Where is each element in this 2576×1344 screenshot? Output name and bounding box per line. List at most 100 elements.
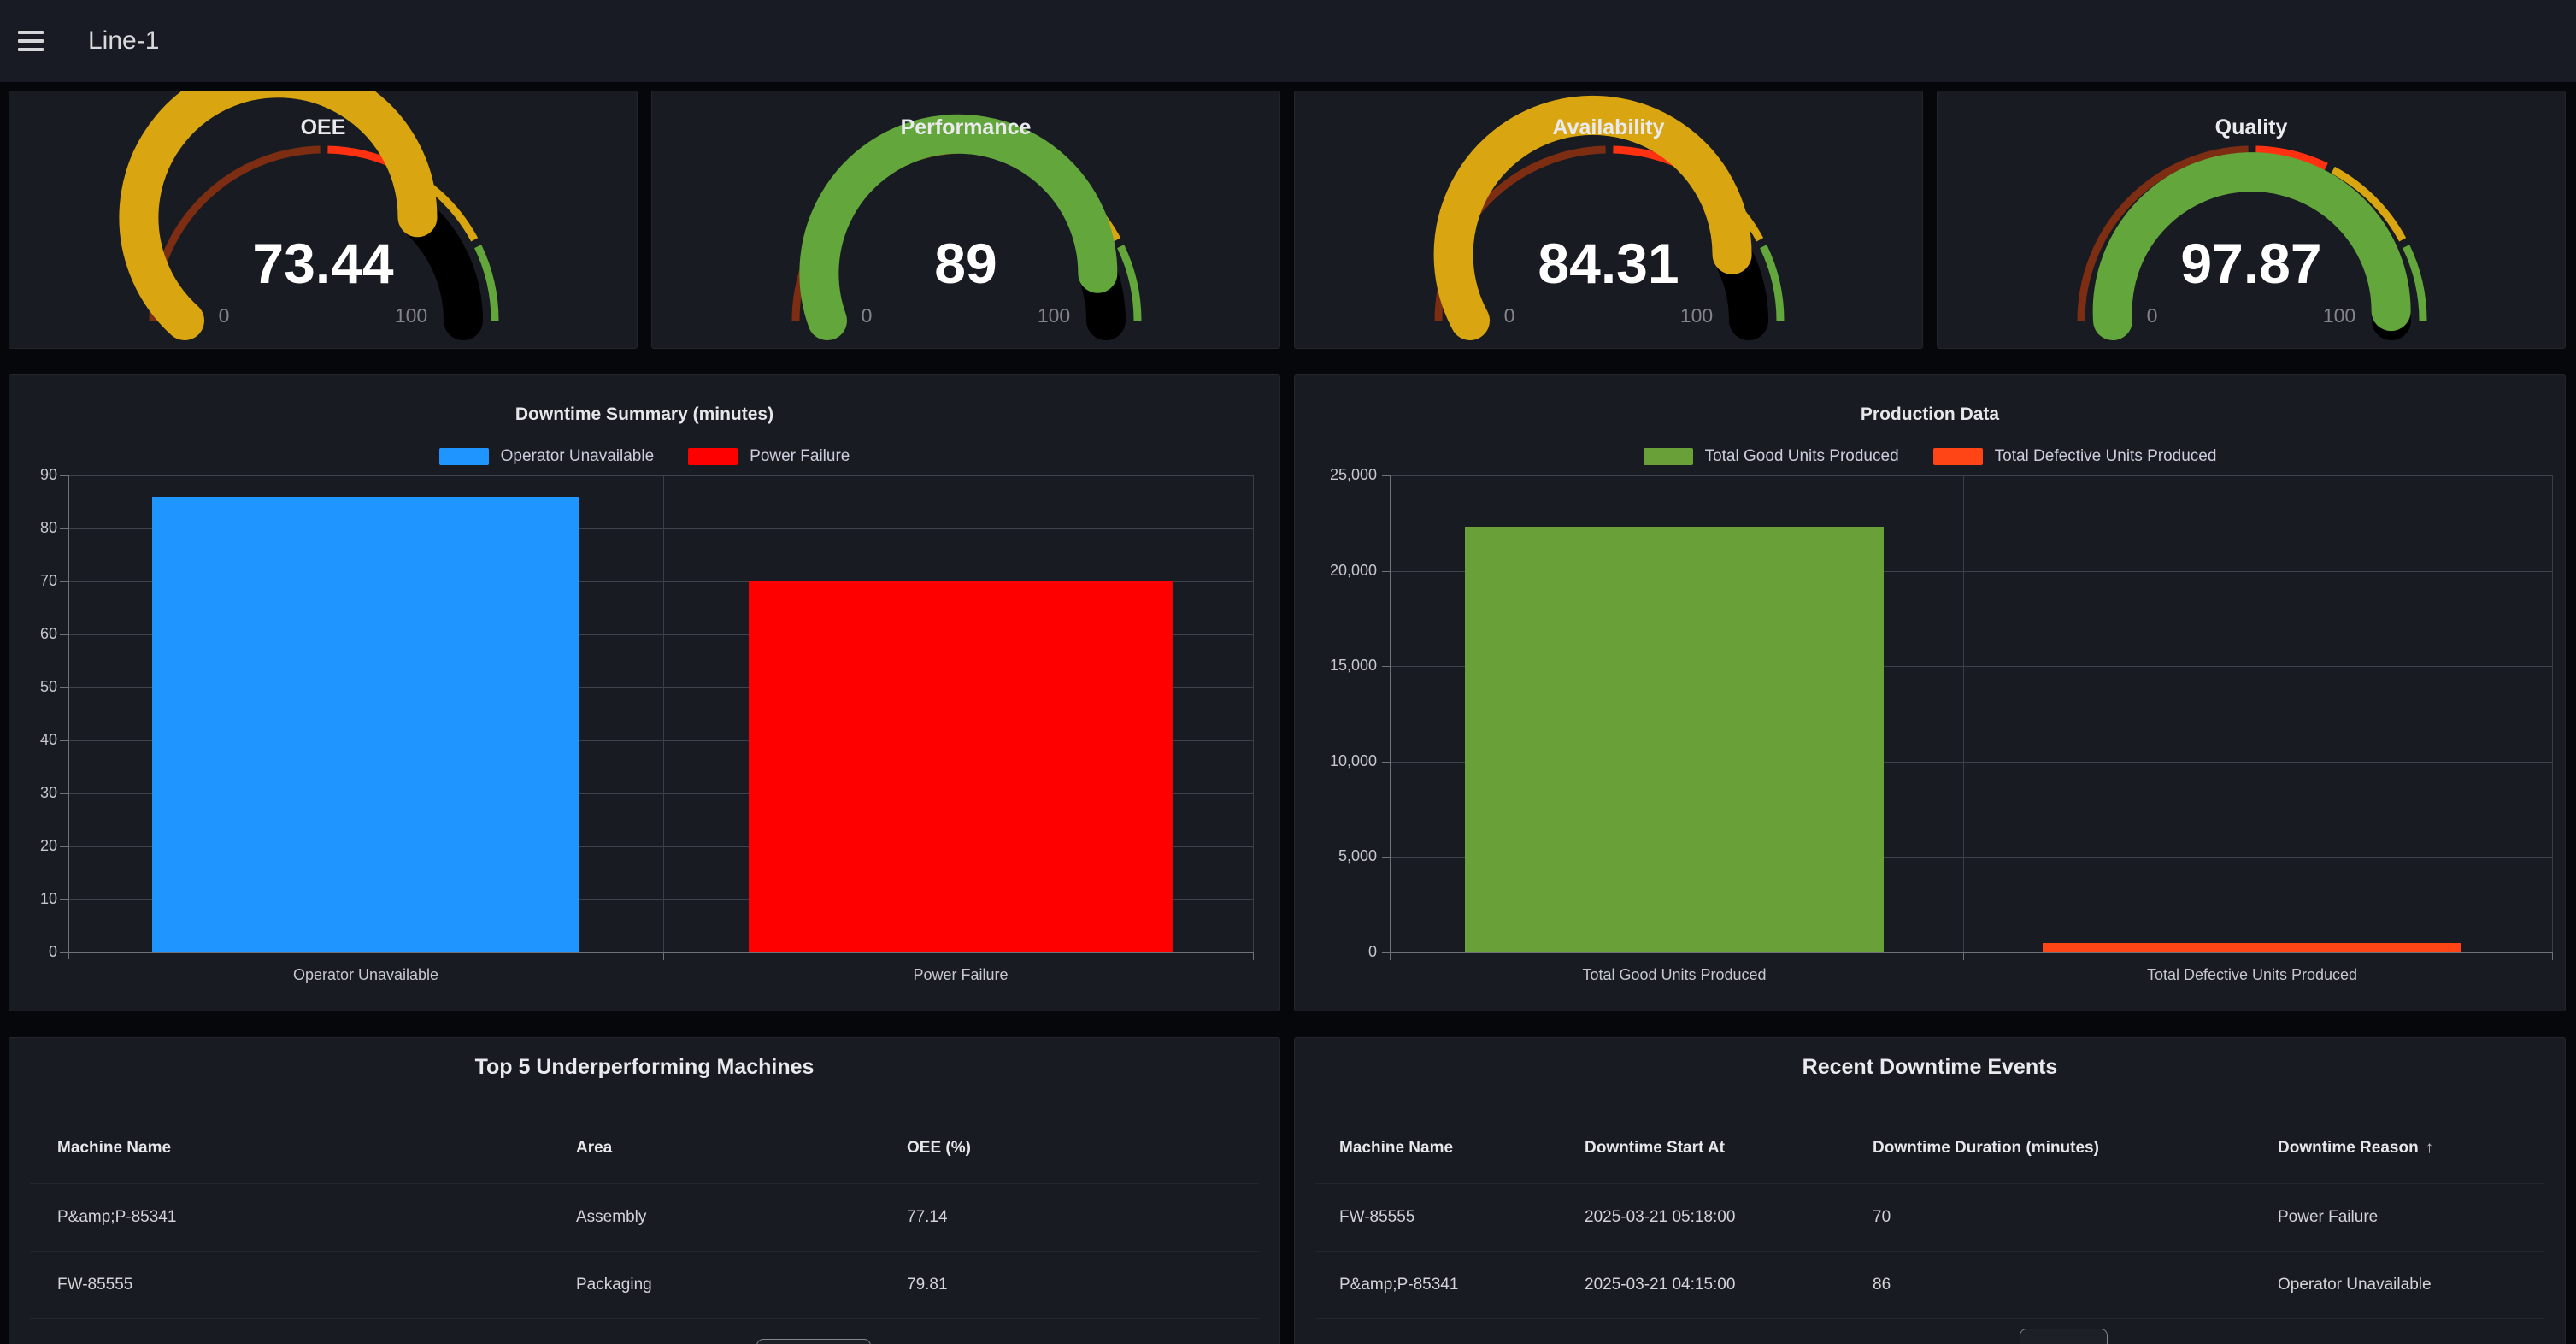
y-tick-mark bbox=[1382, 571, 1390, 572]
y-tick-mark bbox=[60, 846, 68, 847]
recent-downtime-events-panel: Recent Downtime Events Machine Name Downt… bbox=[1294, 1037, 2566, 1344]
panel-title: Downtime Summary (minutes) bbox=[9, 404, 1279, 425]
category-separator-line bbox=[663, 475, 664, 952]
x-axis-line bbox=[1390, 952, 2552, 953]
x-tick-mark bbox=[2552, 952, 2553, 960]
y-tick-mark bbox=[60, 952, 68, 953]
column-header-machine-name[interactable]: Machine Name bbox=[57, 1125, 171, 1171]
panel-title: OEE bbox=[9, 115, 637, 140]
x-tick-mark bbox=[1390, 952, 1391, 960]
gauge-value: 73.44 bbox=[9, 231, 637, 296]
table-cell: 77.14 bbox=[907, 1183, 948, 1251]
gauge-value: 97.87 bbox=[1938, 231, 2565, 296]
gauge-min-label: 0 bbox=[219, 304, 230, 327]
table-cell: P&amp;P-85341 bbox=[1339, 1251, 1458, 1318]
y-tick-mark bbox=[60, 899, 68, 900]
x-axis-category-label: Power Failure bbox=[913, 966, 1008, 984]
table-cell: FW-85555 bbox=[57, 1251, 132, 1318]
y-axis-tick-label: 15,000 bbox=[1295, 657, 1377, 675]
legend-swatch-orange bbox=[1933, 448, 1983, 465]
y-tick-mark bbox=[60, 740, 68, 741]
legend-label: Total Defective Units Produced bbox=[1995, 447, 2217, 466]
gauge-max-label: 100 bbox=[1038, 304, 1070, 327]
panel-title: Recent Downtime Events bbox=[1295, 1055, 2565, 1080]
y-tick-mark bbox=[60, 475, 68, 476]
legend-item[interactable]: Total Good Units Produced bbox=[1644, 447, 1899, 466]
y-tick-mark bbox=[60, 687, 68, 688]
gauge-min-label: 0 bbox=[2147, 304, 2158, 327]
pagination-button[interactable] bbox=[2020, 1329, 2108, 1344]
y-axis-tick-label: 10 bbox=[9, 890, 57, 908]
x-axis-category-label: Total Good Units Produced bbox=[1582, 966, 1766, 984]
panel-title: Top 5 Underperforming Machines bbox=[9, 1055, 1279, 1080]
sort-ascending-icon: ↑ bbox=[2426, 1139, 2434, 1157]
y-axis-tick-label: 10,000 bbox=[1295, 752, 1377, 770]
y-axis-tick-label: 90 bbox=[9, 466, 57, 484]
gauge-panel-oee: OEE 73.44 0 100 bbox=[9, 91, 638, 349]
legend-label: Power Failure bbox=[750, 447, 850, 466]
column-header-machine-name[interactable]: Machine Name bbox=[1339, 1125, 1453, 1171]
column-header-area[interactable]: Area bbox=[576, 1125, 612, 1171]
table-cell: 86 bbox=[1873, 1251, 1891, 1318]
plot-right-border bbox=[1253, 475, 1254, 952]
gauge-value: 89 bbox=[652, 231, 1279, 296]
top-underperforming-machines-panel: Top 5 Underperforming Machines Machine N… bbox=[9, 1037, 1280, 1344]
panel-title: Availability bbox=[1295, 115, 1922, 140]
gauge-max-label: 100 bbox=[1680, 304, 1713, 327]
legend-label: Operator Unavailable bbox=[501, 447, 655, 466]
y-tick-mark bbox=[60, 528, 68, 529]
x-tick-mark bbox=[1963, 952, 1964, 960]
column-header-downtime-reason[interactable]: Downtime Reason↑ bbox=[2278, 1125, 2433, 1171]
table-cell: 70 bbox=[1873, 1183, 1891, 1251]
y-axis-tick-label: 5,000 bbox=[1295, 847, 1377, 865]
plot-right-border bbox=[2552, 475, 2553, 952]
y-axis-tick-label: 80 bbox=[9, 519, 57, 537]
chart-legend: Total Good Units Produced Total Defectiv… bbox=[1295, 447, 2565, 466]
gauge-min-label: 0 bbox=[1504, 304, 1515, 327]
row-divider bbox=[1315, 1318, 2544, 1319]
x-tick-mark bbox=[663, 952, 664, 960]
production-data-chart-panel: Production Data Total Good Units Produce… bbox=[1294, 374, 2566, 1011]
column-header-oee-[interactable]: OEE (%) bbox=[907, 1125, 971, 1171]
y-axis-tick-label: 50 bbox=[9, 678, 57, 696]
column-header-downtime-start-at[interactable]: Downtime Start At bbox=[1585, 1125, 1725, 1171]
legend-item[interactable]: Operator Unavailable bbox=[439, 447, 655, 466]
y-axis-tick-label: 20,000 bbox=[1295, 562, 1377, 580]
category-separator-line bbox=[1963, 475, 1964, 952]
legend-swatch-blue bbox=[439, 448, 489, 465]
gauge-panel-performance: Performance 89 0 100 bbox=[651, 91, 1280, 349]
table-cell: 2025-03-21 05:18:00 bbox=[1585, 1183, 1735, 1251]
table-cell: FW-85555 bbox=[1339, 1183, 1414, 1251]
y-axis-tick-label: 0 bbox=[1295, 943, 1377, 961]
legend-item[interactable]: Total Defective Units Produced bbox=[1933, 447, 2217, 466]
gauge-max-label: 100 bbox=[2323, 304, 2355, 327]
legend-item[interactable]: Power Failure bbox=[688, 447, 850, 466]
gauge-max-label: 100 bbox=[395, 304, 427, 327]
top-navigation-bar: Line-1 bbox=[0, 0, 2576, 82]
table-cell: 2025-03-21 04:15:00 bbox=[1585, 1251, 1735, 1318]
x-axis-line bbox=[68, 952, 1253, 953]
hamburger-menu-icon[interactable] bbox=[18, 31, 44, 51]
y-axis-tick-label: 40 bbox=[9, 731, 57, 749]
table-cell: 79.81 bbox=[907, 1251, 948, 1318]
y-tick-mark bbox=[1382, 762, 1390, 763]
column-header-downtime-duration-minutes-[interactable]: Downtime Duration (minutes) bbox=[1873, 1125, 2099, 1171]
x-axis-category-label: Operator Unavailable bbox=[293, 966, 438, 984]
y-axis-tick-label: 30 bbox=[9, 784, 57, 802]
table-cell: Packaging bbox=[576, 1251, 652, 1318]
y-axis-line bbox=[1390, 475, 1391, 959]
gauge-min-label: 0 bbox=[862, 304, 873, 327]
y-axis-tick-label: 60 bbox=[9, 625, 57, 643]
y-tick-mark bbox=[60, 581, 68, 582]
gauge-panel-quality: Quality 97.87 0 100 bbox=[1937, 91, 2566, 349]
panel-title: Quality bbox=[1938, 115, 2565, 140]
gridline bbox=[1390, 475, 2552, 476]
legend-swatch-red bbox=[688, 448, 738, 465]
bar-total-good-units-produced bbox=[1465, 527, 1884, 952]
gauge-value: 84.31 bbox=[1295, 231, 1922, 296]
y-tick-mark bbox=[1382, 475, 1390, 476]
dashboard: { "topbar": { "title": "Line-1", "menu_i… bbox=[0, 0, 2576, 1344]
pagination-button[interactable] bbox=[756, 1339, 871, 1344]
x-axis-category-label: Total Defective Units Produced bbox=[2147, 966, 2357, 984]
table-cell: Operator Unavailable bbox=[2278, 1251, 2432, 1318]
